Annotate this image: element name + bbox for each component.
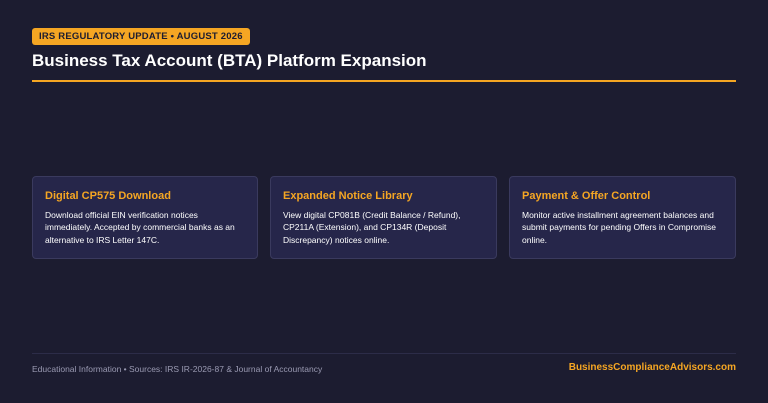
card-title: Digital CP575 Download <box>45 190 171 202</box>
footer-divider <box>32 353 736 354</box>
card-title: Payment & Offer Control <box>522 190 651 202</box>
card-title: Expanded Notice Library <box>283 190 413 202</box>
card-body: View digital CP081B (Credit Balance / Re… <box>283 210 461 245</box>
infographic-page: IRS REGULATORY UPDATE • AUGUST 2026 Busi… <box>0 0 768 403</box>
card-body: Monitor active installment agreement bal… <box>522 210 717 245</box>
header-divider <box>32 80 736 82</box>
card-notice-library: Expanded Notice Library View digital CP0… <box>270 176 497 259</box>
footer-brand: BusinessComplianceAdvisors.com <box>568 362 736 373</box>
page-title: Business Tax Account (BTA) Platform Expa… <box>32 51 427 70</box>
card-cp575-download: Digital CP575 Download Download official… <box>32 176 258 259</box>
footer-sources: Educational Information • Sources: IRS I… <box>32 364 323 374</box>
card-payment-offer-control: Payment & Offer Control Monitor active i… <box>509 176 736 259</box>
update-badge: IRS REGULATORY UPDATE • AUGUST 2026 <box>32 28 250 45</box>
card-body: Download official EIN verification notic… <box>45 210 235 245</box>
